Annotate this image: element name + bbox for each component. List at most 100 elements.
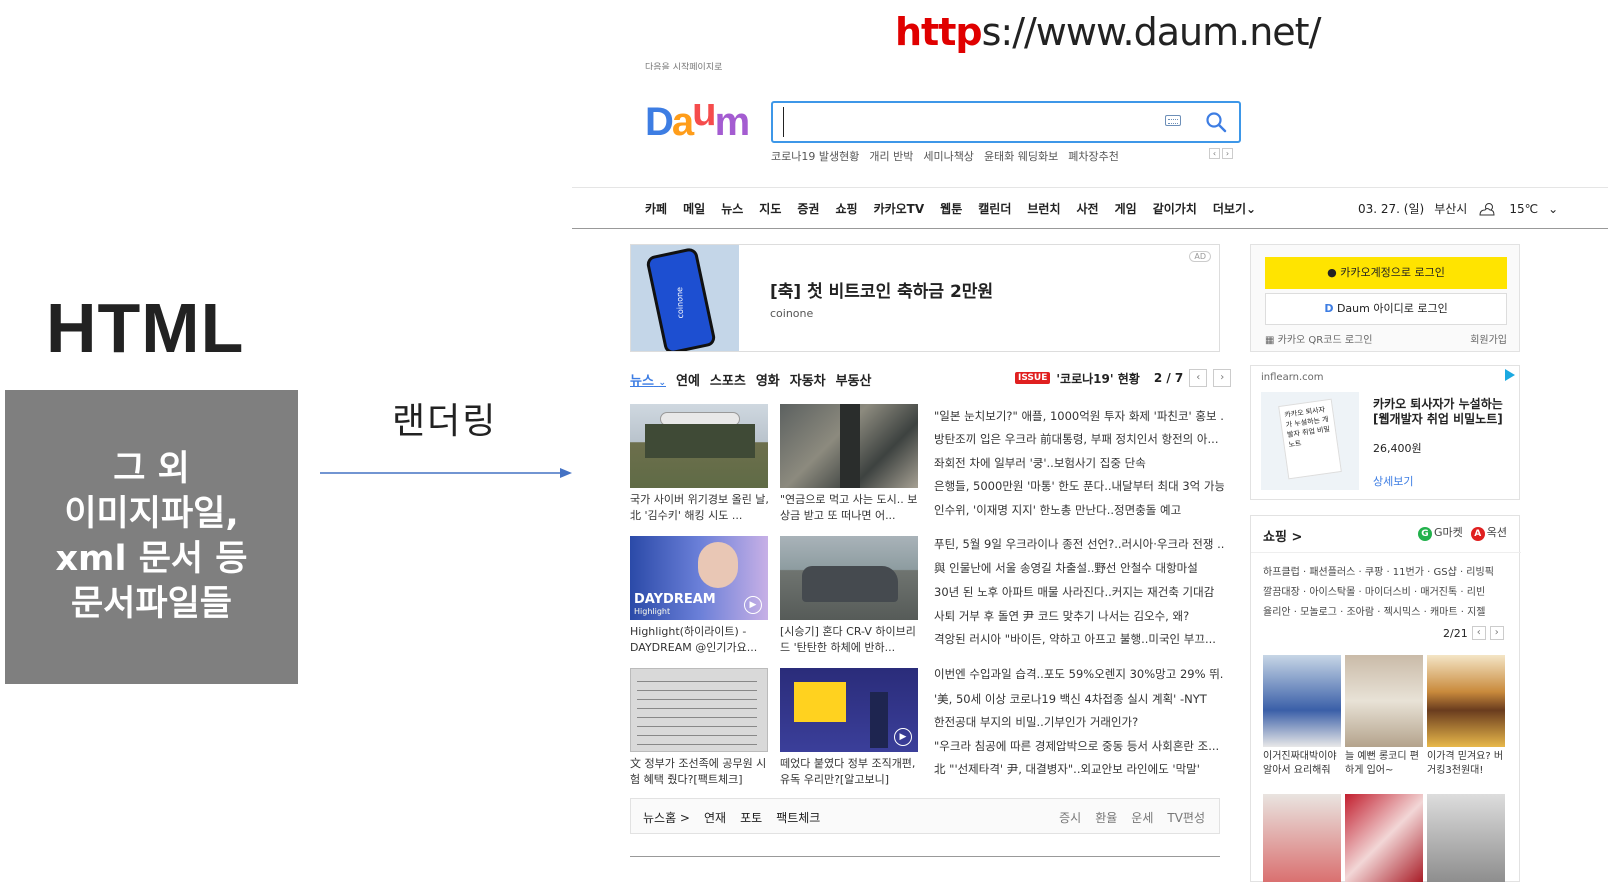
- ad-more-link[interactable]: 상세보기: [1373, 473, 1413, 489]
- prev-icon[interactable]: ‹: [1189, 369, 1208, 387]
- headline-link[interactable]: 사퇴 거부 후 돌연 尹 코드 맞추기 나서는 김오수, 왜?: [934, 608, 1224, 624]
- signup-link[interactable]: 회원가입: [1470, 331, 1507, 346]
- daum-logo[interactable]: Daum: [645, 92, 755, 144]
- news-caption[interactable]: 국가 사이버 위기경보 올린 날, 北 '김수키' 해킹 시도 ...: [630, 492, 770, 524]
- nav-item-cafe[interactable]: 카페: [645, 200, 667, 217]
- side-ad[interactable]: inflearn.com 카카오 퇴사자가 누설하는 개발자 취업 비밀 노트 …: [1250, 365, 1520, 500]
- gmarket-link[interactable]: G G마켓: [1417, 524, 1463, 541]
- tv-schedule-link[interactable]: TV편성: [1167, 809, 1205, 826]
- headline-link[interactable]: 은행들, 5000만원 '마통' 한도 푼다..내달부터 최대 3억 가능: [934, 478, 1224, 494]
- nav-item-kakaotv[interactable]: 카카오TV: [874, 200, 925, 217]
- video-thumbnail[interactable]: DAYDREAM Highlight ▶: [630, 536, 768, 620]
- product-image[interactable]: [1427, 655, 1505, 747]
- next-icon[interactable]: ›: [1213, 369, 1232, 387]
- issue-text[interactable]: '코로나19' 현황: [1056, 370, 1139, 387]
- news-home-link[interactable]: 뉴스홈 >: [643, 809, 690, 826]
- news-thumbnail[interactable]: [780, 536, 918, 620]
- tab-news[interactable]: 뉴스 ⌄: [630, 370, 666, 389]
- product-image[interactable]: [1263, 655, 1341, 747]
- search-icon[interactable]: [1205, 111, 1227, 133]
- keyboard-icon[interactable]: [1165, 115, 1181, 126]
- keyword-link[interactable]: 세미나책상: [923, 148, 974, 164]
- tab-realestate[interactable]: 부동산: [836, 370, 872, 389]
- factcheck-link[interactable]: 팩트체크: [776, 809, 820, 826]
- chevron-down-icon[interactable]: ⌄: [1548, 202, 1558, 216]
- exchange-link[interactable]: 환율: [1095, 809, 1117, 826]
- headline-link[interactable]: 北 "'선제타격' 尹, 대결병자"..외교안보 라인에도 '막말': [934, 761, 1224, 777]
- tab-car[interactable]: 자동차: [790, 370, 826, 389]
- start-page-link[interactable]: 다음을 시작페이지로: [645, 60, 722, 70]
- product-caption[interactable]: 늘 예뻔 롱코디 편하게 입어~: [1345, 750, 1425, 778]
- product-image[interactable]: [1345, 655, 1423, 747]
- stock-link[interactable]: 증시: [1059, 809, 1081, 826]
- nav-item-more[interactable]: 더보기⌄: [1213, 200, 1256, 217]
- nav-item-stock[interactable]: 증권: [797, 200, 819, 217]
- headline-link[interactable]: "우크라 침공에 따른 경제압박으로 중동 등서 사회혼란 조...: [934, 738, 1224, 754]
- other-files-box: 그 외 이미지파일, xml 문서 등 문서파일들: [5, 390, 298, 684]
- qr-login-link[interactable]: ▦ 카카오 QR코드 로그인: [1265, 331, 1372, 346]
- headline-link[interactable]: 한전공대 부지의 비밀..기부인가 거래인가?: [934, 714, 1224, 730]
- series-link[interactable]: 연재: [704, 809, 726, 826]
- news-thumbnail[interactable]: [630, 404, 768, 488]
- headline-link[interactable]: 푸틴, 5월 9일 우크라이나 종전 선언?..러시아·우크라 전쟁 ...: [934, 536, 1224, 552]
- shopping-title[interactable]: 쇼핑 >: [1263, 526, 1302, 545]
- next-icon[interactable]: ›: [1222, 148, 1233, 159]
- tab-movie[interactable]: 영화: [756, 370, 780, 389]
- news-caption[interactable]: "연금으로 먹고 사는 도시.. 보상금 받고 또 떠나면 어...: [780, 492, 920, 524]
- news-caption[interactable]: 文 정부가 조선족에 공무원 시험 혜택 줬다?[팩트체크]: [630, 756, 770, 788]
- keyword-link[interactable]: 코로나19 발생현황: [771, 148, 859, 164]
- video-thumbnail[interactable]: ▶: [780, 668, 918, 752]
- keyword-link[interactable]: 폐차장추천: [1068, 148, 1119, 164]
- location-text[interactable]: 부산시: [1434, 200, 1467, 217]
- daum-login-button[interactable]: D Daum 아이디로 로그인: [1265, 293, 1507, 325]
- nav-item-calendar[interactable]: 캘린더: [978, 200, 1011, 217]
- headline-link[interactable]: 방탄조끼 입은 우크라 前대통령, 부패 정치인서 항전의 아...: [934, 431, 1224, 447]
- shop-links[interactable]: 율리안 · 모놀로그 · 조아람 · 젝시믹스 · 캐마트 · 지젤: [1263, 603, 1509, 618]
- search-input[interactable]: [783, 107, 1163, 137]
- news-caption[interactable]: Highlight(하이라이트) - DAYDREAM @인기가요...: [630, 624, 770, 656]
- fortune-link[interactable]: 운세: [1131, 809, 1153, 826]
- nav-item-news[interactable]: 뉴스: [721, 200, 743, 217]
- product-caption[interactable]: 이가격 믿겨요? 버거킹3천원대!: [1427, 750, 1507, 778]
- shop-links[interactable]: 하프클럽 · 패션플러스 · 쿠팡 · 11번가 · GS샵 · 리빙픽: [1263, 563, 1509, 578]
- headline-link[interactable]: '美, 50세 이상 코로나19 백신 4차접종 실시 계획' -NYT: [934, 691, 1224, 707]
- product-image[interactable]: [1427, 794, 1505, 882]
- nav-item-together[interactable]: 같이가치: [1153, 200, 1197, 217]
- nav-item-brunch[interactable]: 브런치: [1027, 200, 1060, 217]
- ad-choices-icon[interactable]: [1505, 369, 1515, 381]
- prev-icon[interactable]: ‹: [1209, 148, 1220, 159]
- headline-link[interactable]: "일본 눈치보기?" 애플, 1000억원 투자 화제 '파친코' 홍보 ...: [934, 408, 1224, 424]
- product-image[interactable]: [1345, 794, 1423, 882]
- keyword-link[interactable]: 윤태화 웨딩화보: [984, 148, 1058, 164]
- keyword-link[interactable]: 개리 반박: [869, 148, 913, 164]
- nav-item-game[interactable]: 게임: [1115, 200, 1137, 217]
- ad-banner[interactable]: coinone [축] 첫 비트코인 축하금 2만원 coinone AD: [630, 244, 1220, 352]
- shop-links[interactable]: 깔끔대장 · 아이스탁몰 · 마이더스비 · 매거진톡 · 리빈: [1263, 583, 1509, 598]
- nav-item-map[interactable]: 지도: [759, 200, 781, 217]
- next-icon[interactable]: ›: [1489, 626, 1504, 640]
- book-cover: 카카오 퇴사자가 누설하는 개발자 취업 비밀 노트: [1278, 398, 1342, 480]
- news-caption[interactable]: 떼었다 붙였다 정부 조직개편, 유독 우리만?[알고보니]: [780, 756, 920, 788]
- nav-item-mail[interactable]: 메일: [683, 200, 705, 217]
- headline-link[interactable]: 30년 된 노후 아파트 매물 사라진다..커지는 재건축 기대감: [934, 584, 1224, 600]
- headline-link[interactable]: 좌회전 차에 일부러 '쿵'..보험사기 집중 단속: [934, 455, 1224, 471]
- headline-link[interactable]: 이번엔 수입과일 습격..포도 59%오렌지 30%망고 29% 뛰...: [934, 666, 1224, 682]
- news-thumbnail[interactable]: [780, 404, 918, 488]
- tab-sports[interactable]: 스포츠: [710, 370, 746, 389]
- news-caption[interactable]: [시승기] 혼다 CR-V 하이브리드 '탄탄한 하체에 반하...: [780, 624, 920, 656]
- news-thumbnail[interactable]: [630, 668, 768, 752]
- prev-icon[interactable]: ‹: [1471, 626, 1486, 640]
- headline-link[interactable]: 與 인물난에 서울 송영길 차출설..野선 안철수 대항마설: [934, 560, 1224, 576]
- product-image[interactable]: [1263, 794, 1341, 882]
- auction-link[interactable]: A 옥션: [1470, 524, 1507, 541]
- nav-item-dictionary[interactable]: 사전: [1077, 200, 1099, 217]
- photo-link[interactable]: 포토: [740, 809, 762, 826]
- nav-item-shopping[interactable]: 쇼핑: [835, 200, 857, 217]
- headline-link[interactable]: 인수위, '이재명 지지' 한노총 만난다..정면충돌 예고: [934, 502, 1224, 518]
- logo-letter-m: m: [714, 100, 751, 144]
- product-caption[interactable]: 이거진짜대박이야 알아서 요리해줘: [1263, 750, 1343, 778]
- nav-item-webtoon[interactable]: 웹툰: [940, 200, 962, 217]
- headline-link[interactable]: 격앙된 러시아 "바이든, 약하고 아프고 불행..미국인 부끄...: [934, 631, 1224, 647]
- kakao-login-button[interactable]: ● 카카오계정으로 로그인: [1265, 257, 1507, 289]
- tab-entertainment[interactable]: 연예: [676, 370, 700, 389]
